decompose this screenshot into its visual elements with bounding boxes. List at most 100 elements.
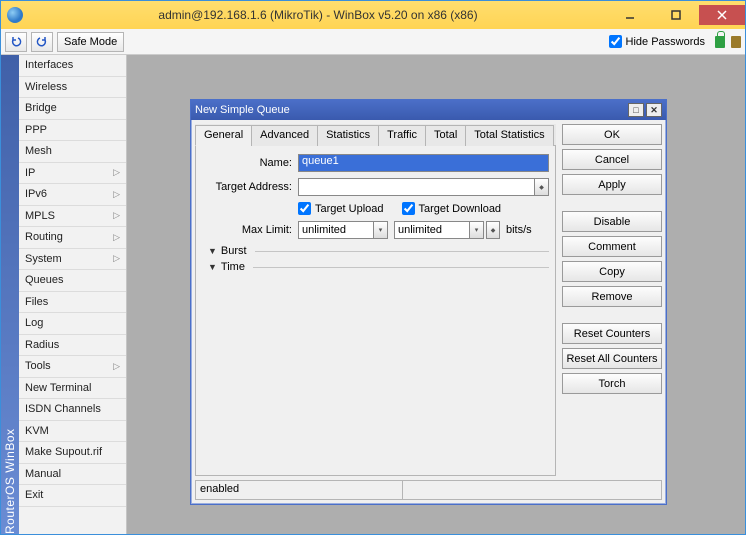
comment-button[interactable]: Comment (562, 236, 662, 257)
tab-total-statistics[interactable]: Total Statistics (465, 125, 553, 146)
sidebar-item-label: Manual (25, 468, 61, 480)
max-limit-spinner[interactable]: ◆ (486, 221, 500, 239)
toolbar: Safe Mode Hide Passwords (1, 29, 745, 55)
redo-button[interactable] (31, 32, 53, 52)
sidebar-item-mesh[interactable]: Mesh (19, 141, 126, 163)
tab-statistics[interactable]: Statistics (317, 125, 379, 146)
target-address-spinner[interactable]: ◆ (535, 178, 549, 196)
target-upload-checkbox[interactable] (298, 202, 311, 215)
sidebar-item-label: MPLS (25, 210, 55, 222)
sidebar-item-ppp[interactable]: PPP (19, 120, 126, 142)
maximize-button[interactable] (653, 5, 699, 25)
tab-traffic[interactable]: Traffic (378, 125, 426, 146)
target-download-label: Target Download (419, 203, 502, 215)
sidebar-item-system[interactable]: System▷ (19, 249, 126, 271)
copy-button[interactable]: Copy (562, 261, 662, 282)
hide-passwords-toggle[interactable]: Hide Passwords (609, 35, 705, 48)
sidebar-item-label: Tools (25, 360, 51, 372)
sidebar-item-label: Queues (25, 274, 64, 286)
security-icon (731, 36, 741, 48)
dialog-titlebar[interactable]: New Simple Queue □ ✕ (191, 100, 666, 120)
hide-passwords-label: Hide Passwords (626, 36, 705, 48)
lock-icon (715, 36, 725, 48)
close-button[interactable] (699, 5, 745, 25)
undo-button[interactable] (5, 32, 27, 52)
reset-all-counters-button[interactable]: Reset All Counters (562, 348, 662, 369)
sidebar-item-radius[interactable]: Radius (19, 335, 126, 357)
sidebar-item-bridge[interactable]: Bridge (19, 98, 126, 120)
chevron-right-icon: ▷ (113, 361, 120, 372)
sidebar-item-label: Exit (25, 489, 43, 501)
target-upload-toggle[interactable]: Target Upload (298, 202, 384, 215)
divider (255, 251, 549, 252)
time-section-toggle[interactable]: ▼ Time (208, 261, 549, 273)
chevron-down-icon[interactable]: ▾ (469, 222, 483, 238)
tab-general[interactable]: General (195, 125, 252, 146)
dialog-maximize-button[interactable]: □ (628, 103, 644, 117)
target-upload-label: Target Upload (315, 203, 384, 215)
max-limit-upload-value: unlimited (302, 224, 346, 236)
cancel-button[interactable]: Cancel (562, 149, 662, 170)
sidebar-item-interfaces[interactable]: Interfaces (19, 55, 126, 77)
chevron-right-icon: ▷ (113, 167, 120, 178)
target-download-checkbox[interactable] (402, 202, 415, 215)
triangle-down-icon: ▼ (208, 262, 217, 272)
target-address-label: Target Address: (202, 181, 292, 193)
chevron-down-icon[interactable]: ▾ (373, 222, 387, 238)
sidebar-item-isdn-channels[interactable]: ISDN Channels (19, 399, 126, 421)
sidebar-item-new-terminal[interactable]: New Terminal (19, 378, 126, 400)
sidebar-item-files[interactable]: Files (19, 292, 126, 314)
max-limit-upload-combo[interactable]: unlimited ▾ (298, 221, 388, 239)
minimize-button[interactable] (607, 5, 653, 25)
sidebar-item-mpls[interactable]: MPLS▷ (19, 206, 126, 228)
sidebar-item-wireless[interactable]: Wireless (19, 77, 126, 99)
sidebar-item-exit[interactable]: Exit (19, 485, 126, 507)
sidebar-item-routing[interactable]: Routing▷ (19, 227, 126, 249)
hide-passwords-checkbox[interactable] (609, 35, 622, 48)
sidebar-item-label: Bridge (25, 102, 57, 114)
divider (253, 267, 549, 268)
chevron-right-icon: ▷ (113, 232, 120, 243)
max-limit-download-combo[interactable]: unlimited▾ (394, 221, 484, 239)
disable-button[interactable]: Disable (562, 211, 662, 232)
remove-button[interactable]: Remove (562, 286, 662, 307)
sidebar-item-label: Log (25, 317, 43, 329)
dialog-close-button[interactable]: ✕ (646, 103, 662, 117)
burst-section-toggle[interactable]: ▼ Burst (208, 245, 549, 257)
sidebar-item-ipv6[interactable]: IPv6 ▷ (19, 184, 126, 206)
ok-button[interactable]: OK (562, 124, 662, 145)
name-label: Name: (202, 157, 292, 169)
status-empty (403, 481, 662, 500)
time-label: Time (221, 261, 245, 273)
safe-mode-button[interactable]: Safe Mode (57, 32, 124, 52)
name-input[interactable]: queue1 (298, 154, 549, 172)
sidebar-item-label: Mesh (25, 145, 52, 157)
sidebar-item-label: ISDN Channels (25, 403, 101, 415)
torch-button[interactable]: Torch (562, 373, 662, 394)
window-titlebar: admin@192.168.1.6 (MikroTik) - WinBox v5… (1, 1, 745, 29)
tab-total[interactable]: Total (425, 125, 466, 146)
dialog-title: New Simple Queue (195, 104, 626, 116)
sidebar-item-label: Files (25, 296, 48, 308)
triangle-down-icon: ▼ (208, 246, 217, 256)
dialog-statusbar: enabled (195, 480, 662, 500)
sidebar-item-tools[interactable]: Tools ▷ (19, 356, 126, 378)
sidebar-item-label: KVM (25, 425, 49, 437)
chevron-right-icon: ▷ (113, 253, 120, 264)
sidebar-item-make-supout-rif[interactable]: Make Supout.rif (19, 442, 126, 464)
sidebar-item-queues[interactable]: Queues (19, 270, 126, 292)
workspace: New Simple Queue □ ✕ GeneralAdvancedStat… (127, 55, 745, 534)
sidebar-item-label: PPP (25, 124, 47, 136)
target-download-toggle[interactable]: Target Download (402, 202, 502, 215)
sidebar-item-kvm[interactable]: KVM (19, 421, 126, 443)
sidebar-item-label: New Terminal (25, 382, 91, 394)
target-address-input[interactable] (298, 178, 535, 196)
sidebar-item-ip[interactable]: IP▷ (19, 163, 126, 185)
reset-counters-button[interactable]: Reset Counters (562, 323, 662, 344)
sidebar-item-label: IPv6 (25, 188, 47, 200)
chevron-right-icon: ▷ (113, 189, 120, 200)
sidebar-item-log[interactable]: Log (19, 313, 126, 335)
tab-advanced[interactable]: Advanced (251, 125, 318, 146)
apply-button[interactable]: Apply (562, 174, 662, 195)
sidebar-item-manual[interactable]: Manual (19, 464, 126, 486)
